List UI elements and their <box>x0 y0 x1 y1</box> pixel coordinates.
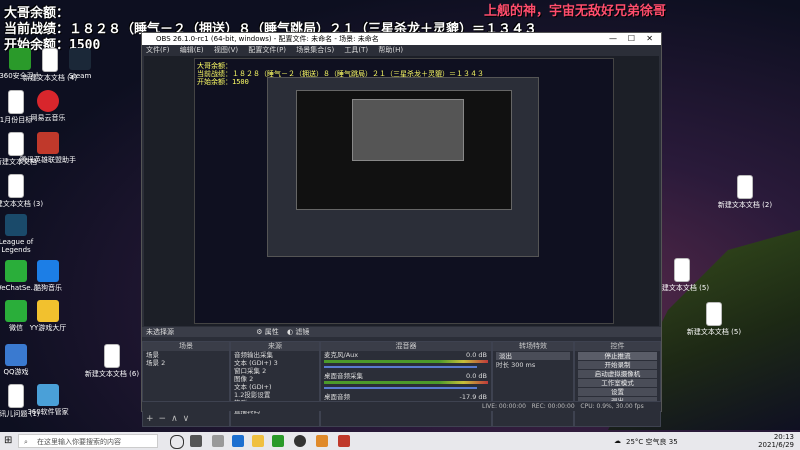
maximize-icon[interactable]: ☐ <box>628 33 635 45</box>
desktop-icon-yy[interactable]: YY游戏大厅 <box>20 300 76 332</box>
task-view-icon[interactable] <box>190 435 202 447</box>
menu-scene-collection[interactable]: 场景集合(S) <box>296 46 334 54</box>
document-icon <box>8 174 24 198</box>
360-software-icon <box>37 384 59 406</box>
mixer-panel: 混音器 麦克风/Aux 0.0 dB 桌面音频采集 0.0 dB 桌面音频 -17.9… <box>320 341 492 427</box>
studio-mode-button[interactable]: 工作室模式 <box>578 379 657 387</box>
filters-button[interactable]: ◐ 滤镜 <box>287 328 309 336</box>
menu-tools[interactable]: 工具(T) <box>344 46 368 54</box>
menu-profile[interactable]: 配置文件(P) <box>248 46 286 54</box>
desktop-icon-steam[interactable]: Steam <box>52 48 108 80</box>
document-icon <box>706 302 722 326</box>
weather-icon: ☁ <box>614 437 621 445</box>
transition-duration[interactable]: 300 ms <box>511 361 535 369</box>
obs-statusbar: LIVE: 00:00:00 REC: 00:00:00 CPU: 0.9%, … <box>142 401 661 411</box>
steam-icon <box>69 48 91 70</box>
windows-start-icon[interactable]: ⊞ <box>4 435 12 446</box>
preview-desktop-capture: 大哥余额： 当前战绩：１８２８（睡气－２（拥送）８（睡气跳局）２１（三星杀龙＋灵… <box>194 58 614 324</box>
league-icon <box>5 214 27 236</box>
sources-panel: 来源 音频输出采集 文本 (GDI+) 3 窗口采集 2 图像 2 文本 (GD… <box>230 341 320 427</box>
close-icon[interactable]: ✕ <box>646 33 653 45</box>
minimize-icon[interactable]: — <box>609 33 617 45</box>
desktop-icon-doc6[interactable]: 新建文本文档 (6) <box>84 344 140 378</box>
source-item[interactable]: 1.2投影设置 <box>231 391 319 399</box>
stop-streaming-button[interactable]: 停止推流 <box>578 352 657 360</box>
desktop-icon-qqgame[interactable]: QQ游戏 <box>0 344 44 376</box>
yy-icon <box>37 300 59 322</box>
desktop-icon-doc2[interactable]: 新建文本文档 (2) <box>717 175 773 209</box>
desktop-icon-doc3[interactable]: 新建文本文档 (3) <box>0 174 44 208</box>
taskbar: ⊞ ⌕ 在这里输入你要搜索的内容 ☁ 25°C 空气良 35 20:13 202… <box>0 432 800 450</box>
edge-icon[interactable] <box>232 435 244 447</box>
document-icon <box>104 344 120 368</box>
weather-text[interactable]: 25°C 空气良 35 <box>626 437 678 447</box>
desktop-icon-netease[interactable]: 网易云音乐 <box>20 90 76 122</box>
source-item[interactable]: 音频输出采集 <box>231 351 319 359</box>
settings-button[interactable]: 设置 <box>578 388 657 396</box>
document-icon <box>674 258 690 282</box>
source-toolbar: 未选择源 ⚙ 属性 ◐ 滤镜 <box>142 327 661 337</box>
app-icon[interactable] <box>212 435 224 447</box>
clock[interactable]: 20:13 2021/6/29 <box>758 433 794 449</box>
scene-tools[interactable]: +−∧∨ <box>146 414 194 424</box>
obs-menubar: 文件(F) 编辑(E) 视图(V) 配置文件(P) 场景集合(S) 工具(T) … <box>142 45 661 55</box>
kugou-icon <box>37 260 59 282</box>
source-item[interactable]: 窗口采集 2 <box>231 367 319 375</box>
preview-nested-obs <box>267 77 539 257</box>
virtual-camera-button[interactable]: 启动虚拟摄像机 <box>578 370 657 378</box>
file-explorer-icon[interactable] <box>252 435 264 447</box>
lol-helper-icon <box>37 132 59 154</box>
360-browser-icon[interactable] <box>272 435 284 447</box>
lol-taskbar-icon[interactable] <box>338 435 350 447</box>
transition-select[interactable]: 淡出 <box>496 352 570 360</box>
obs-preview[interactable]: 大哥余额： 当前战绩：１８２８（睡气－２（拥送）８（睡气跳局）２１（三星杀龙＋灵… <box>144 56 659 326</box>
mixer-channel: 麦克风/Aux 0.0 dB <box>321 351 491 368</box>
menu-file[interactable]: 文件(F) <box>146 46 170 54</box>
menu-view[interactable]: 视图(V) <box>214 46 238 54</box>
menu-help[interactable]: 帮助(H) <box>378 46 403 54</box>
scene-item[interactable]: 场景 <box>143 351 229 359</box>
mixer-channel: 桌面音频采集 0.0 dB <box>321 372 491 389</box>
volume-slider[interactable] <box>324 366 477 368</box>
scenes-panel: 场景 场景 场景 2 +−∧∨ <box>142 341 230 427</box>
source-item[interactable]: 文本 (GDI+) 3 <box>231 359 319 367</box>
netease-music-icon <box>37 90 59 112</box>
document-icon <box>737 175 753 199</box>
volume-slider[interactable] <box>324 387 477 389</box>
overlay-thanks: 上舰的神，宇宙无敌好兄弟徐哥 <box>484 4 667 19</box>
search-icon: ⌕ <box>24 438 28 446</box>
volume-meter <box>324 381 488 384</box>
taskbar-search[interactable]: ⌕ 在这里输入你要搜索的内容 <box>18 434 158 448</box>
preview-nested-obs-2 <box>296 90 512 210</box>
desktop-icon-360soft[interactable]: 360软件管家 <box>20 384 76 416</box>
controls-panel: 控件 停止推流 开始录制 启动虚拟摄像机 工作室模式 设置 退出 <box>574 341 661 427</box>
menu-edit[interactable]: 编辑(E) <box>180 46 204 54</box>
source-item[interactable]: 图像 2 <box>231 375 319 383</box>
source-item[interactable]: 文本 (GDI+) <box>231 383 319 391</box>
desktop-icon-kugou[interactable]: 酷狗音乐 <box>20 260 76 292</box>
start-recording-button[interactable]: 开始录制 <box>578 361 657 369</box>
desktop-icon-doc5b[interactable]: 新建文本文档 (5) <box>686 302 742 336</box>
obs-window: OBS 26.1.0-rc1 (64-bit, windows) - 配置文件:… <box>141 32 662 427</box>
app-icon[interactable] <box>316 435 328 447</box>
obs-taskbar-icon[interactable] <box>294 435 306 447</box>
preview-nested-obs-3 <box>352 99 464 161</box>
desktop-icon-lol-helper[interactable]: 腾讯英雄联盟助手 <box>20 132 76 164</box>
scene-item[interactable]: 场景 2 <box>143 359 229 367</box>
qq-game-icon <box>5 344 27 366</box>
desktop-icon-doc5a[interactable]: 新建文本文档 (5) <box>654 258 710 292</box>
properties-button[interactable]: ⚙ 属性 <box>256 328 279 336</box>
cortana-icon[interactable] <box>170 435 184 449</box>
volume-meter <box>324 360 488 363</box>
transitions-panel: 转场特效 淡出 时长 300 ms <box>492 341 574 427</box>
desktop-icon-lol[interactable]: League of Legends <box>0 214 44 254</box>
obs-titlebar: OBS 26.1.0-rc1 (64-bit, windows) - 配置文件:… <box>142 33 661 45</box>
